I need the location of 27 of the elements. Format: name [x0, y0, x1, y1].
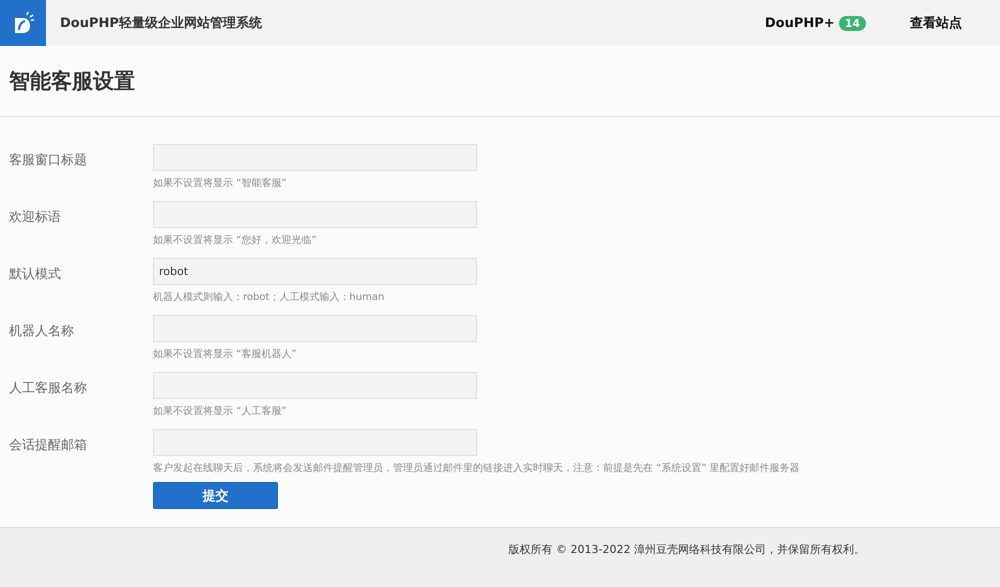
submit-button[interactable]: 提交 — [153, 482, 278, 509]
page-title: 智能客服设置 — [9, 68, 135, 95]
logo-icon — [0, 0, 46, 46]
input-field[interactable] — [153, 429, 477, 456]
view-site-link[interactable]: 查看站点 — [910, 14, 962, 32]
field-note: 如果不设置将显示 “您好，欢迎光临” — [153, 234, 318, 247]
field-label: 会话提醒邮箱 — [9, 437, 88, 455]
plus-link[interactable]: DouPHP+ 14 — [764, 16, 866, 30]
input-field[interactable] — [153, 315, 477, 342]
field-label: 人工客服名称 — [9, 380, 88, 398]
field-note: 如果不设置将显示 “智能客服” — [153, 176, 288, 190]
field-note: 客户发起在线聊天后，系统将会发送邮件提醒管理员，管理员通过邮件里的链接进入实时聊天，注意：前提是先在 “系统设置” 里配置好邮件服务器 — [153, 462, 800, 475]
field-note: 如果不设置将显示 “客服机器人” — [153, 348, 298, 361]
copyright-text: 版权所有 © 2013-2022 漳州豆壳网络科技有限公司，并保留所有权利。 — [508, 542, 865, 558]
field-label: 客服窗口标题 — [9, 152, 88, 170]
input-field[interactable]: robot — [153, 258, 477, 285]
input-field[interactable] — [153, 372, 477, 399]
app-title: DouPHP轻量级企业网站管理系统 — [60, 14, 262, 32]
count-badge: 14 — [838, 16, 866, 30]
field-note: 如果不设置将显示 “人工客服” — [153, 404, 288, 418]
input-field[interactable] — [153, 144, 477, 171]
field-label: 欢迎标语 — [9, 209, 62, 227]
field-note: 机器人模式则输入：robot；人工模式输入：human — [153, 290, 386, 304]
input-field[interactable] — [153, 201, 477, 228]
field-label: 机器人名称 — [9, 323, 75, 341]
plus-label: DouPHP+ — [764, 16, 835, 30]
field-label: 默认模式 — [9, 266, 62, 284]
